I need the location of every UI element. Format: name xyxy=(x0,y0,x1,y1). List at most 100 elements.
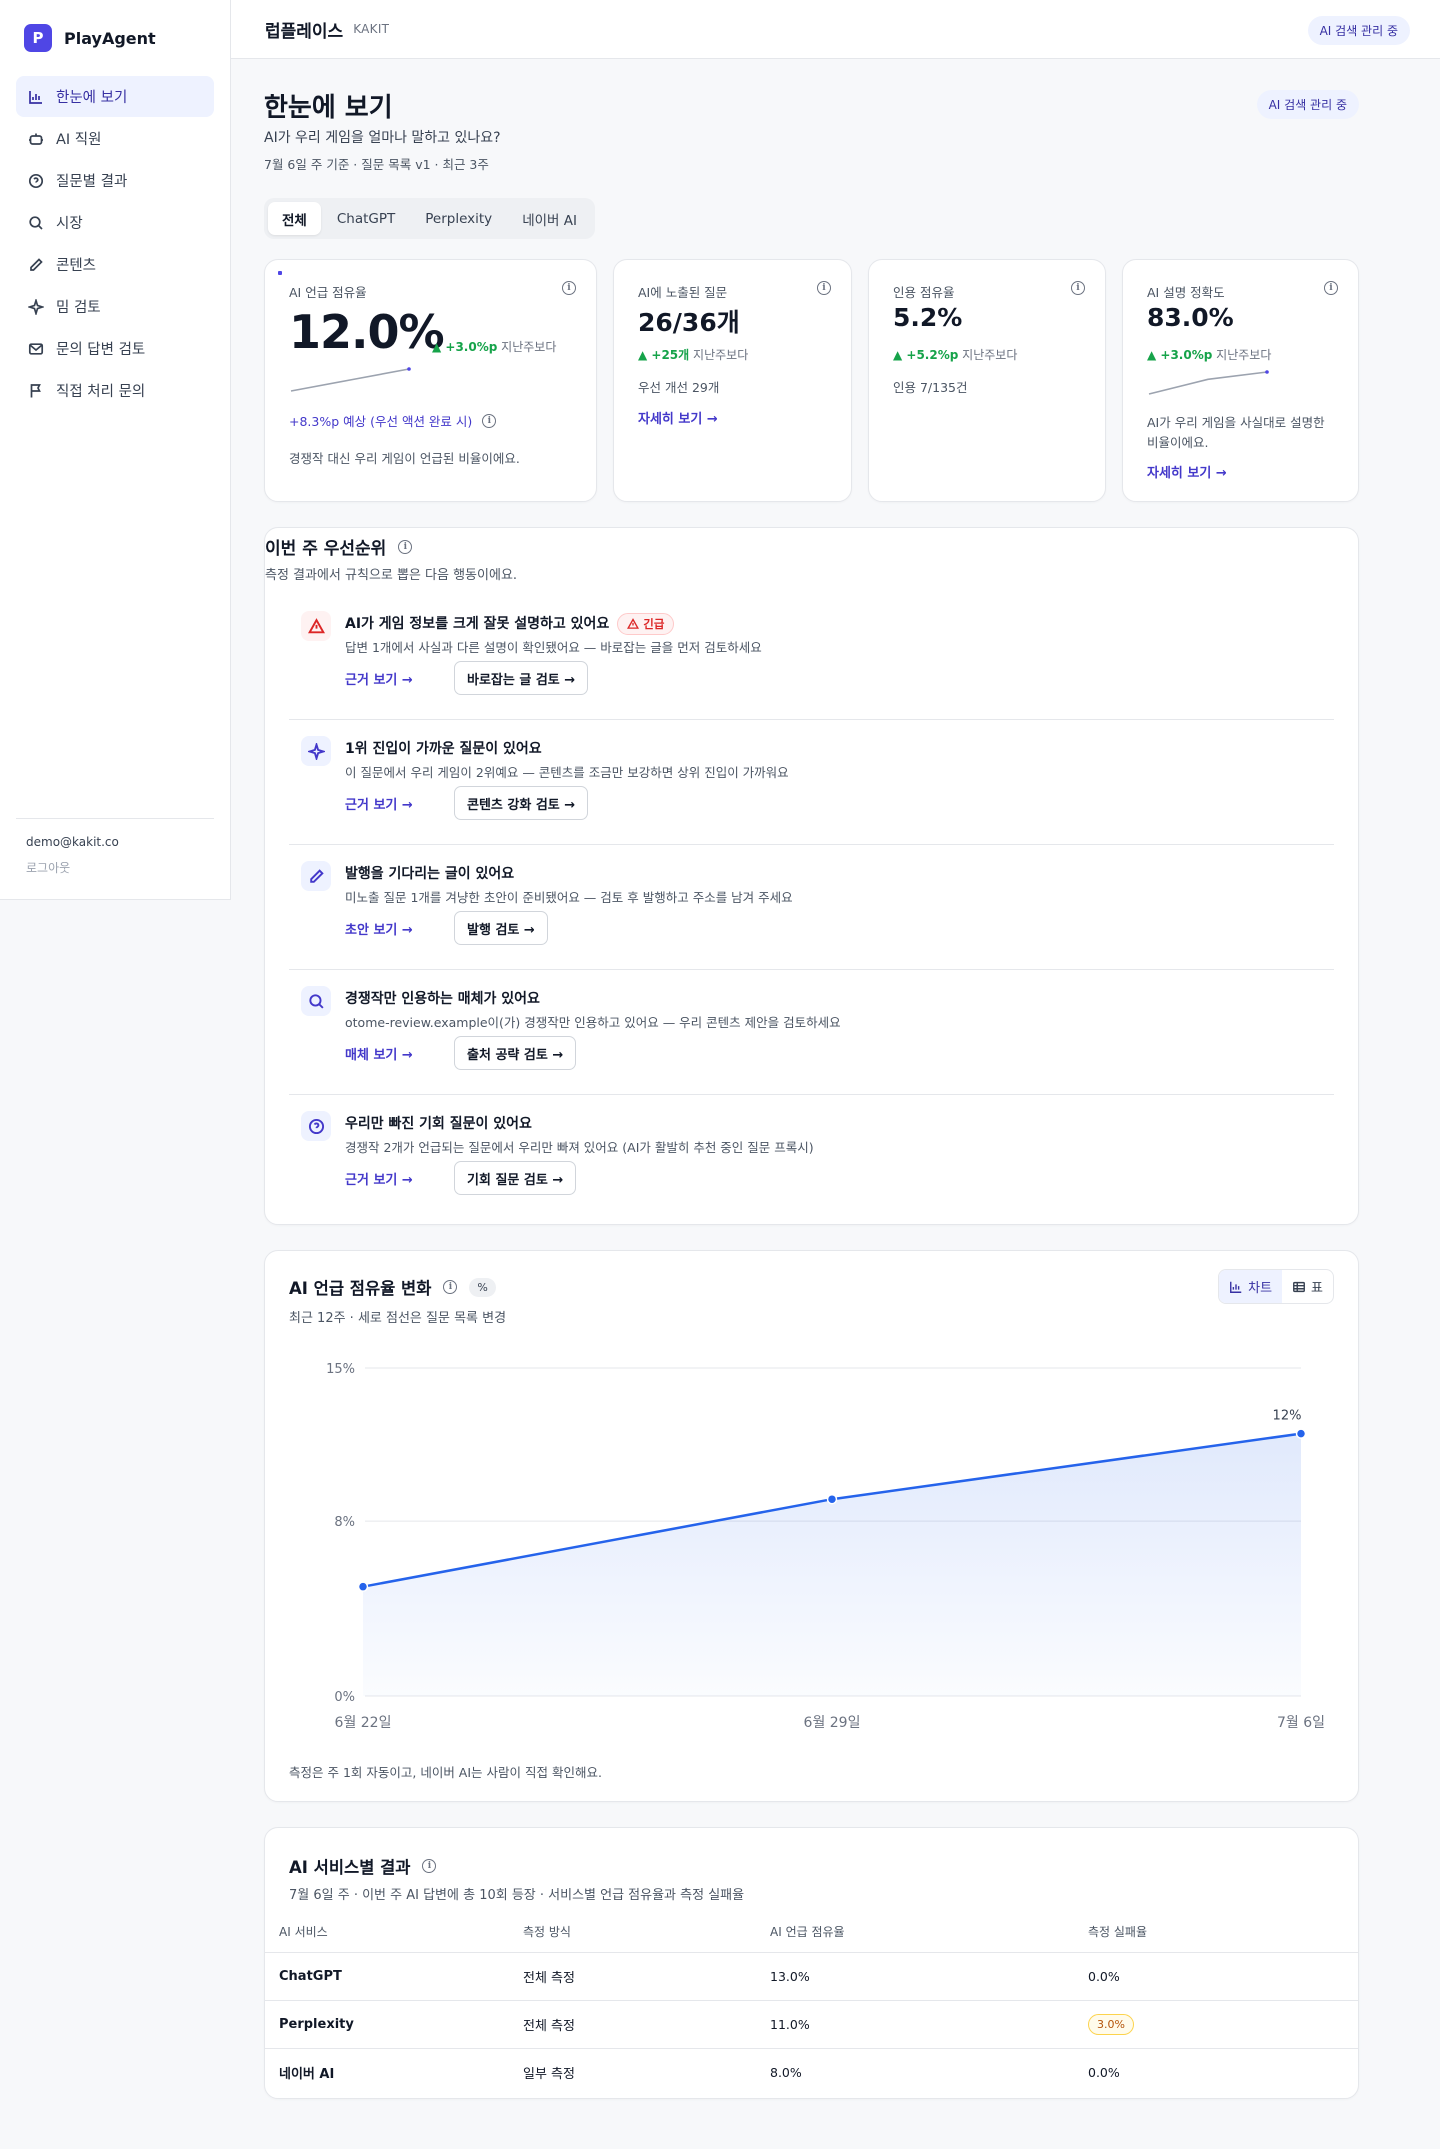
delta-suffix: 지난주보다 xyxy=(962,348,1018,362)
column-header: 측정 실패율 xyxy=(1088,1912,1358,1953)
fail-rate-badge: 3.0% xyxy=(1088,2013,1134,2035)
sidebar-item-meme-review[interactable]: 밈 검토 xyxy=(16,286,214,327)
column-header: AI 서비스 xyxy=(265,1912,523,1953)
method-cell: 전체 측정 xyxy=(523,1952,770,2001)
pencil-icon xyxy=(301,861,331,891)
kpi-value: 83.0% xyxy=(1147,303,1234,332)
review-publish-button[interactable]: 발행 검토 → xyxy=(454,911,548,945)
data-point xyxy=(826,1493,838,1505)
kpi-card-share: AI 언급 점유율 i 12.0% ▲ +3.0%p 지난주보다 +8.3%p … xyxy=(264,259,597,502)
kpi-note: 인용 7/135건 xyxy=(893,380,968,395)
workspace-subtitle: KAKIT xyxy=(353,22,390,36)
info-icon[interactable]: i xyxy=(1324,281,1338,295)
accuracy-sparkline xyxy=(1148,370,1269,395)
review-source-button[interactable]: 출처 공략 검토 → xyxy=(454,1036,577,1070)
priority-title-text: AI가 게임 정보를 크게 잘못 설명하고 있어요 xyxy=(345,616,610,632)
brand[interactable]: P PlayAgent xyxy=(0,0,230,76)
info-icon[interactable]: i xyxy=(422,1859,437,1873)
sidebar-item-label: 시장 xyxy=(56,216,83,232)
evidence-link[interactable]: 근거 보기 → xyxy=(345,669,413,688)
trend-chart: 15% 8% 0% 6월 22일 6월 29일 12% 7월 6일 xyxy=(326,1362,1325,1731)
chart-footnote: 측정은 주 1회 자동이고, 네이버 AI는 사람이 직접 확인해요. xyxy=(289,1765,602,1780)
delta-suffix: 지난주보다 xyxy=(693,348,749,362)
data-label: 12% xyxy=(1273,1409,1302,1424)
page-title: 한눈에 보기 xyxy=(264,93,393,123)
section-subtitle: 최근 12주 · 세로 점선은 질문 목록 변경 xyxy=(289,1311,507,1326)
review-content-button[interactable]: 콘텐츠 강화 검토 → xyxy=(454,786,589,820)
logout-link[interactable]: 로그아웃 xyxy=(26,859,204,876)
table-row[interactable]: Perplexity 전체 측정 11.0% 3.0% xyxy=(265,2000,1358,2049)
tab-chatgpt[interactable]: ChatGPT xyxy=(323,202,409,235)
info-icon[interactable]: i xyxy=(482,413,497,428)
table-view-button[interactable]: 표 xyxy=(1282,1270,1333,1303)
sidebar-item-ai-staff[interactable]: AI 직원 xyxy=(16,118,214,159)
tab-all[interactable]: 전체 xyxy=(268,202,321,235)
unit-badge: % xyxy=(469,1277,496,1297)
page-status-badge: AI 검색 관리 중 xyxy=(1256,90,1359,119)
kpi-value: 12.0% xyxy=(289,305,445,359)
evidence-link[interactable]: 근거 보기 → xyxy=(345,1169,413,1188)
sparkline-line xyxy=(290,368,410,392)
sidebar-item-inquiry-review[interactable]: 문의 답변 검토 xyxy=(16,328,214,369)
brand-name: PlayAgent xyxy=(64,28,156,48)
priority-description: 답변 1개에서 사실과 다른 설명이 확인됐어요 — 바로잡는 글을 먼저 검토… xyxy=(345,640,762,655)
search-icon xyxy=(29,215,43,230)
column-header: AI 언급 점유율 xyxy=(770,1912,1088,1953)
delta-value: ▲ +3.0%p xyxy=(1147,348,1213,362)
service-cell: ChatGPT xyxy=(265,1952,523,2001)
info-icon[interactable]: i xyxy=(398,539,413,554)
share-cell: 13.0% xyxy=(770,1952,1088,2001)
delta-value: ▲ +5.2%p xyxy=(893,348,959,362)
sidebar-item-market[interactable]: 시장 xyxy=(16,202,214,243)
sidebar-item-overview[interactable]: 한눈에 보기 xyxy=(16,76,214,117)
chart-view-button[interactable]: 차트 xyxy=(1219,1270,1283,1303)
sparkline-line xyxy=(1148,371,1268,395)
info-icon[interactable]: i xyxy=(443,1280,458,1294)
priority-item: AI가 게임 정보를 크게 잘못 설명하고 있어요 긴급 답변 1개에서 사실과 … xyxy=(289,595,1334,720)
priority-description: otome-review.example이(가) 경쟁작만 인용하고 있어요 —… xyxy=(345,1015,841,1030)
section-subtitle: 측정 결과에서 규칙으로 뽑은 다음 행동이에요. xyxy=(265,568,518,583)
info-icon[interactable]: i xyxy=(817,281,831,295)
table-view-label: 표 xyxy=(1311,1281,1323,1296)
trend-card: AI 언급 점유율 변화 i % 최근 12주 · 세로 점선은 질문 목록 변… xyxy=(264,1250,1359,1802)
draft-link[interactable]: 초안 보기 → xyxy=(345,919,413,938)
review-correction-button[interactable]: 바로잡는 글 검토 → xyxy=(454,661,589,695)
section-title: AI 서비스별 결과 xyxy=(289,1858,411,1877)
kpi-delta: ▲ +3.0%p 지난주보다 xyxy=(1147,346,1271,363)
page-question: AI가 우리 게임을 얼마나 말하고 있나요? xyxy=(264,130,501,146)
table-row[interactable]: ChatGPT 전체 측정 13.0% 0.0% xyxy=(265,1952,1358,2001)
brand-logo: P xyxy=(24,24,52,52)
services-card: AI 서비스별 결과 i 7월 6일 주 · 이번 주 AI 답변에 총 10회… xyxy=(264,1827,1359,2099)
review-opportunity-button[interactable]: 기회 질문 검토 → xyxy=(454,1161,577,1195)
priority-item: 1위 진입이 가까운 질문이 있어요 이 질문에서 우리 게임이 2위예요 — … xyxy=(289,720,1334,845)
fail-cell: 0.0% xyxy=(1088,2064,1120,2080)
card-marker xyxy=(278,271,282,275)
sparkle-icon xyxy=(28,298,44,315)
tab-perplexity[interactable]: Perplexity xyxy=(411,202,506,235)
priority-title: 경쟁작만 인용하는 매체가 있어요 xyxy=(345,991,540,1007)
method-cell: 전체 측정 xyxy=(523,2000,770,2049)
sidebar-item-question-results[interactable]: 질문별 결과 xyxy=(16,160,214,201)
share-sparkline xyxy=(290,367,411,392)
tab-naver-ai[interactable]: 네이버 AI xyxy=(508,202,591,235)
media-link[interactable]: 매체 보기 → xyxy=(345,1044,413,1063)
sidebar-item-direct-inquiry[interactable]: 직접 처리 문의 xyxy=(16,370,214,411)
sparkle-icon xyxy=(301,736,331,766)
flag-icon xyxy=(30,383,41,397)
kpi-delta: ▲ +5.2%p 지난주보다 xyxy=(893,346,1017,363)
y-tick-label: 8% xyxy=(334,1515,355,1530)
table-row[interactable]: 네이버 AI 일부 측정 8.0% 0.0% xyxy=(265,2048,1358,2096)
detail-link[interactable]: 자세히 보기 → xyxy=(1147,462,1227,481)
warning-icon xyxy=(301,611,331,641)
urgent-badge-label: 긴급 xyxy=(643,617,665,631)
sidebar-item-content[interactable]: 콘텐츠 xyxy=(16,244,214,285)
evidence-link[interactable]: 근거 보기 → xyxy=(345,794,413,813)
info-icon[interactable]: i xyxy=(562,281,576,295)
sidebar-item-label: 밈 검토 xyxy=(56,300,101,316)
info-icon[interactable]: i xyxy=(1071,281,1085,295)
kpi-delta: ▲ +25개 지난주보다 xyxy=(638,346,748,363)
method-cell: 일부 측정 xyxy=(523,2066,575,2082)
sidebar-item-label: 문의 답변 검토 xyxy=(56,342,146,358)
detail-link[interactable]: 자세히 보기 → xyxy=(638,408,718,427)
sidebar-nav: 한눈에 보기 AI 직원 질문별 결과 시장 콘텐츠 밈 검토 문의 답변 검토 xyxy=(0,76,230,411)
